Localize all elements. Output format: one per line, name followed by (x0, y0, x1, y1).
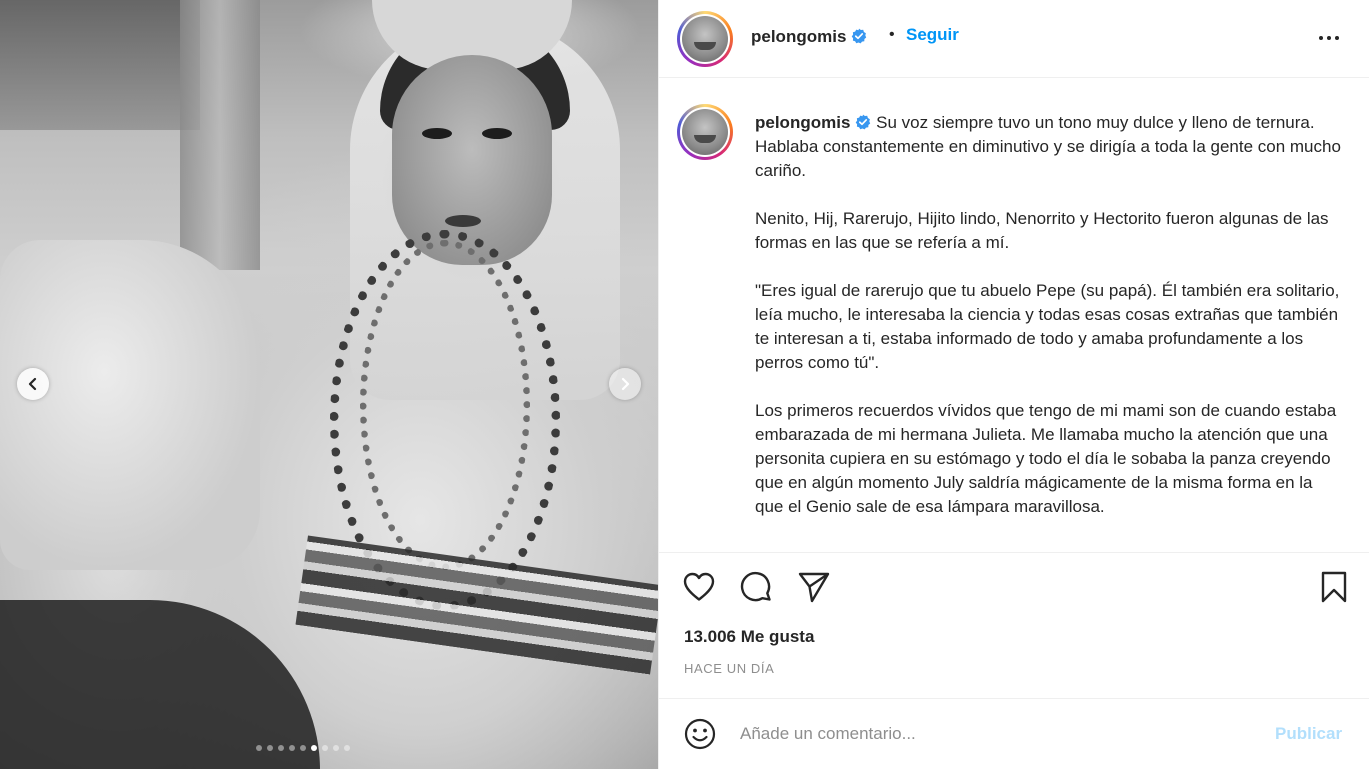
comment-composer: Publicar (659, 698, 1369, 769)
carousel-dot (322, 745, 328, 751)
likes-count[interactable]: 13.006 Me gusta (684, 627, 814, 647)
verified-badge-icon (852, 28, 867, 44)
photo-shadow (0, 600, 320, 769)
carousel-dot (256, 745, 262, 751)
carousel-dot (300, 745, 306, 751)
more-dot-icon (1335, 36, 1339, 40)
comment-button[interactable] (739, 570, 775, 606)
caption-username[interactable]: pelongomis (755, 113, 871, 132)
carousel-indicator (256, 745, 350, 751)
photo-background-door (180, 0, 260, 270)
photo-face (392, 55, 552, 265)
carousel-dot (333, 745, 339, 751)
author-username-header[interactable]: pelongomis (751, 27, 867, 47)
caption-text: Su voz siempre tuvo un tono muy dulce y … (755, 113, 1341, 516)
more-dot-icon (1319, 36, 1323, 40)
photo-sleeve (0, 240, 260, 570)
verified-badge-icon (856, 114, 871, 130)
save-button[interactable] (1316, 569, 1352, 605)
carousel-dot (311, 745, 317, 751)
chevron-right-icon (621, 377, 630, 391)
caption-author-avatar[interactable] (677, 104, 733, 160)
comment-icon (740, 571, 771, 602)
comment-input[interactable] (740, 721, 1240, 747)
publish-comment-button[interactable]: Publicar (1275, 724, 1342, 744)
carousel-dot (278, 745, 284, 751)
more-options-button[interactable] (1314, 28, 1344, 48)
like-button[interactable] (681, 569, 717, 605)
paper-plane-icon (798, 572, 830, 603)
share-button[interactable] (796, 569, 832, 605)
carousel-dot (267, 745, 273, 751)
carousel-dot (289, 745, 295, 751)
photo-necklace-inner (360, 240, 530, 570)
more-dot-icon (1327, 36, 1331, 40)
post-caption: pelongomis Su voz siempre tuvo un tono m… (755, 111, 1345, 519)
emoji-button[interactable] (682, 716, 718, 752)
header-separator: • (889, 26, 895, 43)
photo-lips (445, 215, 481, 227)
carousel-next-button[interactable] (609, 368, 641, 400)
photo-eye-right (482, 128, 512, 139)
post-actions: 13.006 Me gusta HACE UN DÍA (659, 552, 1369, 697)
chevron-left-icon (28, 377, 37, 391)
heart-icon (683, 572, 715, 601)
post-timestamp[interactable]: HACE UN DÍA (684, 661, 774, 676)
post-header: pelongomis • Seguir (659, 0, 1369, 78)
username-text[interactable]: pelongomis (751, 27, 846, 46)
photo-background-wall (0, 0, 200, 130)
caption-username-text[interactable]: pelongomis (755, 113, 850, 132)
bookmark-icon (1321, 571, 1347, 603)
carousel-dot (344, 745, 350, 751)
smiley-icon (684, 718, 716, 750)
carousel-prev-button[interactable] (17, 368, 49, 400)
follow-button[interactable]: Seguir (906, 25, 959, 45)
post-media[interactable] (0, 0, 658, 769)
caption-scroll-area[interactable]: pelongomis Su voz siempre tuvo un tono m… (659, 79, 1369, 551)
photo-eye-left (422, 128, 452, 139)
post-details-panel: pelongomis • Seguir pelongomis Su voz si… (658, 0, 1369, 769)
author-avatar[interactable] (677, 11, 733, 67)
